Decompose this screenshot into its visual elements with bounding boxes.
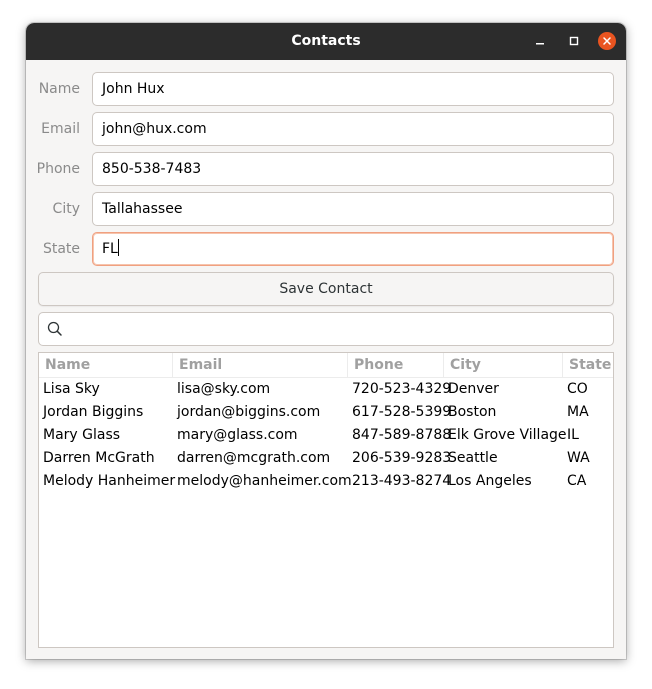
city-field[interactable]: Tallahassee (92, 192, 614, 226)
cell-name: Jordan Biggins (43, 404, 144, 420)
cell-email: melody@hanheimer.com (177, 473, 352, 489)
cell-name: Melody Hanheimer (43, 473, 176, 489)
cell-phone: 206-539-9283 (352, 450, 452, 466)
contacts-window: Contacts Name John Hux Email john@hux.co… (26, 23, 626, 659)
city-label: City (52, 201, 80, 217)
cell-state: IL (567, 427, 579, 443)
cell-city: Seattle (448, 450, 498, 466)
maximize-button[interactable] (565, 32, 583, 50)
table-row[interactable]: Melody Hanheimer melody@hanheimer.com 21… (39, 470, 613, 493)
search-input[interactable] (38, 312, 614, 346)
column-header-state[interactable]: State (563, 353, 613, 377)
minimize-button[interactable] (531, 32, 549, 50)
cell-state: CA (567, 473, 587, 489)
table-header: Name Email Phone City State (39, 353, 613, 378)
cell-email: mary@glass.com (177, 427, 298, 443)
cell-name: Mary Glass (43, 427, 121, 443)
cell-phone: 720-523-4329 (352, 381, 452, 397)
state-field[interactable]: FL (92, 232, 614, 266)
column-header-phone[interactable]: Phone (348, 353, 444, 377)
phone-label: Phone (36, 161, 80, 177)
cell-city: Denver (448, 381, 499, 397)
cell-state: MA (567, 404, 589, 420)
cell-email: darren@mcgrath.com (177, 450, 331, 466)
table-row[interactable]: Lisa Sky lisa@sky.com 720-523-4329 Denve… (39, 378, 613, 401)
name-field[interactable]: John Hux (92, 72, 614, 106)
cell-email: lisa@sky.com (177, 381, 271, 397)
save-contact-button[interactable]: Save Contact (38, 272, 614, 306)
cell-city: Boston (448, 404, 497, 420)
cell-phone: 617-528-5399 (352, 404, 452, 420)
minimize-icon (536, 43, 544, 45)
cell-state: CO (567, 381, 588, 397)
phone-field[interactable]: 850-538-7483 (92, 152, 614, 186)
cell-email: jordan@biggins.com (177, 404, 321, 420)
close-icon (603, 37, 611, 45)
table-row[interactable]: Darren McGrath darren@mcgrath.com 206-53… (39, 447, 613, 470)
text-caret (117, 239, 119, 256)
cell-city: Elk Grove Village (448, 427, 567, 443)
cell-phone: 213-493-8274 (352, 473, 452, 489)
column-header-name[interactable]: Name (39, 353, 173, 377)
state-label: State (42, 241, 80, 257)
maximize-icon (569, 36, 579, 46)
contacts-table[interactable]: Name Email Phone City State Lisa Sky lis… (38, 352, 614, 648)
table-row[interactable]: Mary Glass mary@glass.com 847-589-8788 E… (39, 424, 613, 447)
column-header-email[interactable]: Email (173, 353, 348, 377)
table-row[interactable]: Jordan Biggins jordan@biggins.com 617-52… (39, 401, 613, 424)
name-label: Name (38, 81, 80, 97)
close-button[interactable] (598, 32, 616, 50)
email-label: Email (41, 121, 80, 137)
cell-state: WA (567, 450, 590, 466)
title-bar[interactable]: Contacts (26, 23, 626, 60)
column-header-city[interactable]: City (444, 353, 563, 377)
cell-phone: 847-589-8788 (352, 427, 452, 443)
cell-name: Lisa Sky (43, 381, 100, 397)
cell-name: Darren McGrath (43, 450, 155, 466)
search-icon (47, 321, 62, 336)
cell-city: Los Angeles (448, 473, 532, 489)
email-field[interactable]: john@hux.com (92, 112, 614, 146)
state-field-value: FL (102, 241, 118, 257)
